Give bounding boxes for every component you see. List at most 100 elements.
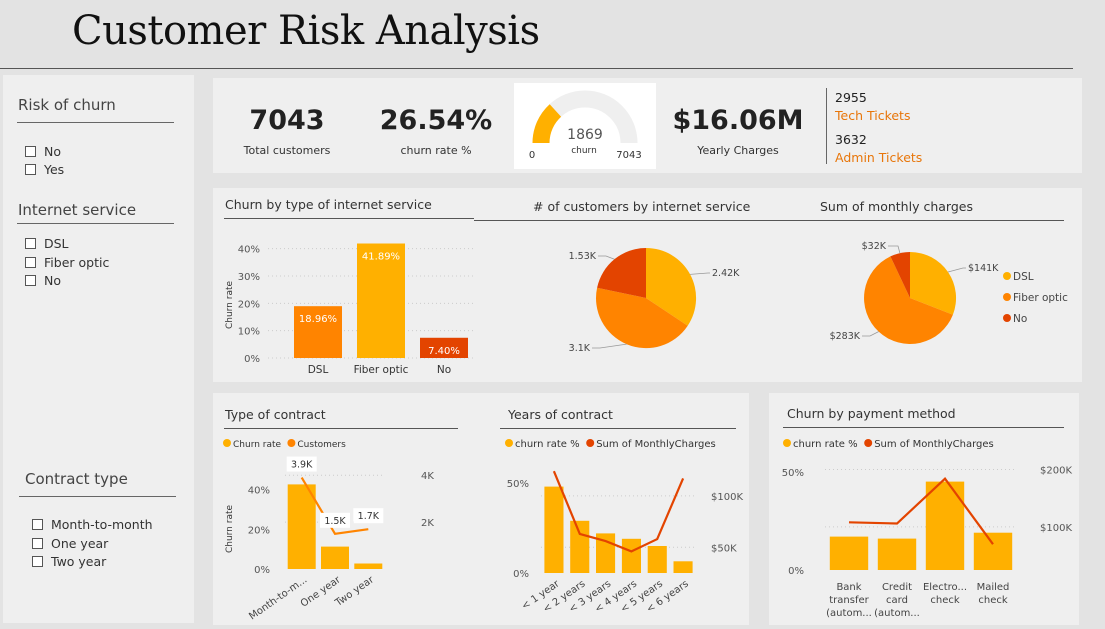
legend-marker bbox=[287, 439, 296, 447]
legend-marker bbox=[783, 439, 791, 447]
legend-marker bbox=[586, 439, 595, 447]
contract-slicer-title: Contract type bbox=[25, 470, 128, 488]
y-tick-label: 50% bbox=[507, 479, 529, 490]
contract-slicer-rule bbox=[19, 496, 176, 497]
y2-tick-label: $200K bbox=[1040, 465, 1072, 476]
y2-tick-label: $100K bbox=[711, 492, 743, 503]
data-label: $283K bbox=[830, 331, 861, 342]
leader-line bbox=[862, 331, 879, 337]
checkbox[interactable] bbox=[25, 238, 36, 249]
bar bbox=[621, 538, 641, 573]
payment-method-chart: churn rate % Sum of MonthlyCharges 0% 50% $1… bbox=[782, 439, 1072, 619]
y-axis-label: Churn rate bbox=[225, 505, 235, 554]
internet-option-fiber[interactable]: Fiber optic bbox=[25, 255, 109, 270]
internet-option-dsl[interactable]: DSL bbox=[25, 236, 69, 251]
years-of-contract-chart: churn rate % Sum of MonthlyCharges 0% 50% $5… bbox=[505, 439, 743, 615]
legend-label: churn rate % bbox=[793, 439, 858, 450]
leader-line bbox=[888, 245, 901, 254]
churn-rate-label: churn rate % bbox=[400, 144, 472, 157]
leader-line bbox=[592, 343, 627, 349]
gauge-max: 7043 bbox=[616, 150, 641, 161]
bar bbox=[354, 563, 383, 569]
risk-option-yes[interactable]: Yes bbox=[25, 162, 64, 177]
data-label: 3.1K bbox=[569, 343, 591, 354]
y-tick-label: 40% bbox=[248, 486, 270, 497]
yearly-charges-value: $16.06M bbox=[672, 105, 804, 136]
x-tick-label: transfer bbox=[829, 595, 869, 606]
data-label: 41.89% bbox=[362, 252, 400, 263]
page-title: Customer Risk Analysis bbox=[72, 8, 540, 54]
gauge-value: 1869 bbox=[567, 127, 603, 143]
chart-title-payment: Churn by payment method bbox=[787, 406, 956, 421]
chart-title-customers-internet: # of customers by internet service bbox=[533, 199, 751, 214]
customers-pie-chart: 2.42K 3.1K 1.53K bbox=[569, 247, 740, 354]
chart-title-churn-internet: Churn by type of internet service bbox=[225, 197, 432, 212]
churn-gauge: 1869 churn 0 7043 bbox=[529, 90, 642, 161]
internet-slicer-rule bbox=[17, 223, 174, 224]
data-label: 7.40% bbox=[428, 346, 460, 357]
contract-option-two[interactable]: Two year bbox=[32, 554, 106, 569]
checkbox[interactable] bbox=[25, 146, 36, 157]
gauge-min: 0 bbox=[529, 150, 535, 161]
internet-option-no[interactable]: No bbox=[25, 273, 61, 288]
data-label: 3.9K bbox=[291, 460, 313, 471]
admin-tickets-label: Admin Tickets bbox=[835, 150, 923, 165]
checkbox[interactable] bbox=[32, 519, 43, 530]
data-label: 1.5K bbox=[324, 516, 346, 527]
checkbox[interactable] bbox=[25, 275, 36, 286]
chart-title-rule bbox=[783, 427, 1064, 428]
x-tick-label: check bbox=[978, 595, 1007, 606]
contract-type-chart: Churn rate Customers 0% 20% 40% 2K 4K Churn rat… bbox=[223, 439, 434, 622]
data-label: $32K bbox=[862, 241, 887, 252]
contract-option-m2m[interactable]: Month-to-month bbox=[32, 517, 153, 532]
data-label: 2.42K bbox=[712, 268, 740, 279]
data-label: 18.96% bbox=[299, 314, 337, 325]
x-tick-label: check bbox=[930, 595, 959, 606]
chart-title-rule bbox=[500, 428, 736, 429]
x-tick-label: Credit bbox=[882, 582, 912, 593]
legend-label: Sum of MonthlyCharges bbox=[596, 439, 716, 450]
bar bbox=[321, 546, 349, 569]
legend-label: Sum of MonthlyCharges bbox=[874, 439, 994, 450]
title-divider bbox=[0, 68, 1073, 69]
tickets-divider bbox=[826, 88, 827, 164]
x-tick-label: (autom... bbox=[874, 608, 920, 619]
legend-marker bbox=[223, 439, 231, 447]
leader-line bbox=[690, 272, 710, 275]
bar bbox=[287, 484, 316, 569]
legend-marker bbox=[864, 439, 873, 447]
y2-tick-label: 4K bbox=[421, 471, 434, 482]
charges-pie-chart: $141K $283K $32K DSL Fiber optic No bbox=[830, 241, 1068, 344]
chart-title-contract-type: Type of contract bbox=[225, 407, 326, 422]
bar bbox=[570, 520, 590, 573]
x-tick-label: No bbox=[437, 364, 451, 376]
chart-title-monthly-charges: Sum of monthly charges bbox=[820, 199, 973, 214]
y2-tick-label: $50K bbox=[711, 543, 737, 554]
legend-marker bbox=[1003, 314, 1011, 322]
contract-option-one[interactable]: One year bbox=[32, 536, 108, 551]
gauge-fill bbox=[532, 104, 562, 144]
series-line bbox=[848, 477, 994, 545]
legend-label: Fiber optic bbox=[1013, 292, 1068, 304]
y-tick-label: 40% bbox=[238, 245, 260, 256]
chart-title-rule bbox=[224, 218, 474, 219]
chart-title-rule bbox=[224, 428, 458, 429]
churn-by-internet-chart: 0% 10% 20% 30% 40% Churn rate 18.96% DSL 41.89% F… bbox=[225, 243, 473, 376]
leader-line bbox=[947, 267, 966, 273]
legend-marker bbox=[505, 439, 513, 447]
tech-tickets-label: Tech Tickets bbox=[835, 108, 911, 123]
data-label: 1.53K bbox=[569, 251, 597, 262]
bar bbox=[877, 538, 917, 570]
total-customers-label: Total customers bbox=[243, 144, 331, 157]
chart-title-rule bbox=[474, 220, 1064, 221]
y-tick-label: 0% bbox=[788, 566, 804, 577]
churn-rate-value: 26.54% bbox=[379, 105, 493, 136]
y2-tick-label: 2K bbox=[421, 518, 434, 529]
checkbox[interactable] bbox=[25, 164, 36, 175]
risk-option-no[interactable]: No bbox=[25, 144, 61, 159]
y-tick-label: 10% bbox=[238, 327, 260, 338]
checkbox[interactable] bbox=[32, 538, 43, 549]
checkbox[interactable] bbox=[25, 257, 36, 268]
checkbox[interactable] bbox=[32, 556, 43, 567]
legend-label: Churn rate bbox=[233, 440, 282, 450]
